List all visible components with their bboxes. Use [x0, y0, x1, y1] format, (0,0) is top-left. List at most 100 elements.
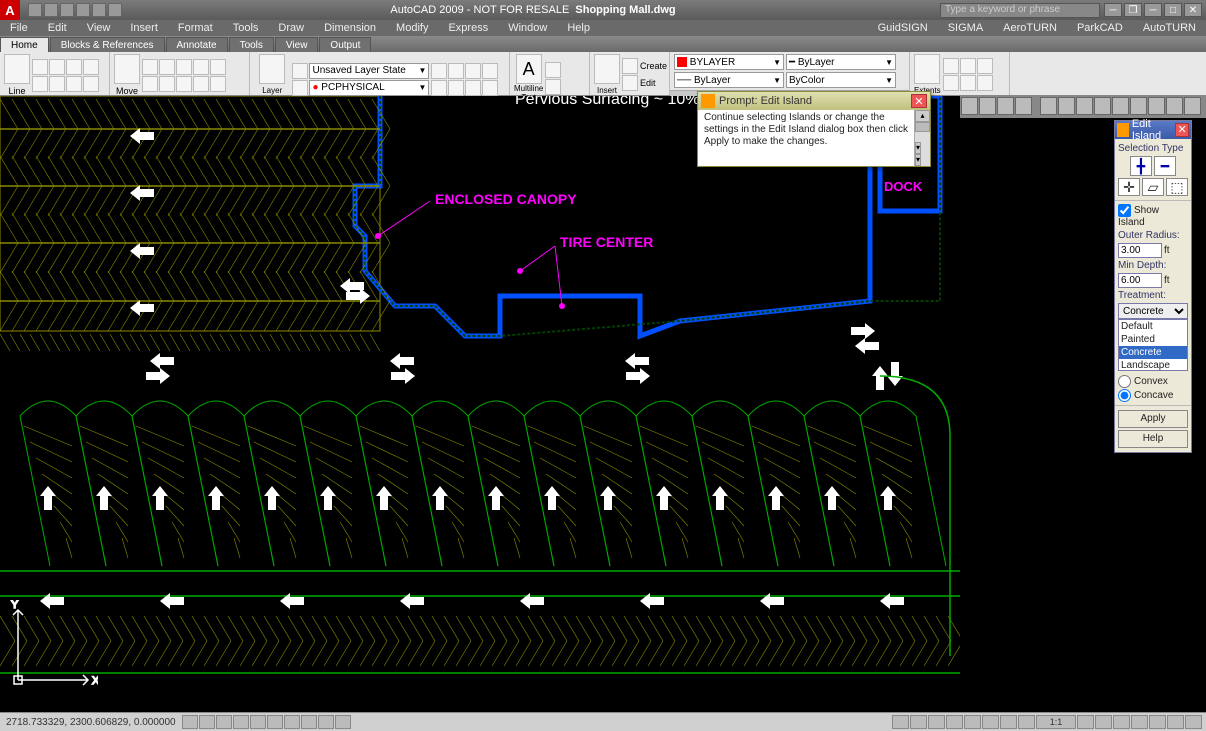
prompt-close-button[interactable]: ✕ [911, 94, 927, 108]
dyn-toggle[interactable] [301, 715, 317, 729]
layout-button[interactable] [910, 715, 927, 729]
draw-tool-7[interactable] [66, 76, 82, 92]
insert-block-button[interactable] [594, 54, 620, 84]
help-search-input[interactable]: Type a keyword or phrase [940, 3, 1100, 18]
menu-autoturn[interactable]: AutoTURN [1133, 22, 1206, 34]
qat-new-icon[interactable] [28, 3, 42, 17]
modify-tool-6[interactable] [142, 76, 158, 92]
prompt-scrollbar[interactable]: ▴ ▾ ▾ [914, 110, 930, 166]
rtool-11[interactable] [1148, 97, 1165, 115]
layer-btn-1[interactable] [292, 63, 308, 79]
anno-vis-button[interactable] [1077, 715, 1094, 729]
draw-tool-5[interactable] [32, 76, 48, 92]
toolbar-lock-button[interactable] [1131, 715, 1148, 729]
modify-tool-9[interactable] [193, 76, 209, 92]
tab-tools[interactable]: Tools [229, 37, 274, 52]
qat-redo-icon[interactable] [92, 3, 106, 17]
osnap-toggle[interactable] [250, 715, 266, 729]
modify-tool-1[interactable] [142, 59, 158, 75]
mtext-button[interactable]: A [516, 54, 542, 84]
util-tool-5[interactable] [960, 75, 976, 91]
qv-layouts-button[interactable] [928, 715, 945, 729]
linetype-combo[interactable]: ── ByLayer▼ [674, 72, 784, 88]
util-tool-3[interactable] [977, 58, 993, 74]
treatment-select[interactable]: Concrete [1118, 303, 1188, 319]
minimize-icon[interactable]: ─ [1104, 3, 1122, 17]
showmotion-button[interactable] [1018, 715, 1035, 729]
modify-tool-3[interactable] [176, 59, 192, 75]
menu-help[interactable]: Help [557, 22, 600, 34]
anno-tool-2[interactable] [545, 79, 561, 95]
rtool-3[interactable] [997, 97, 1014, 115]
steering-button[interactable] [1000, 715, 1017, 729]
menu-window[interactable]: Window [498, 22, 557, 34]
layer-tool-4[interactable] [482, 63, 498, 79]
rtool-12[interactable] [1166, 97, 1183, 115]
anno-auto-button[interactable] [1095, 715, 1112, 729]
selection-mode-2[interactable]: ▱ [1142, 178, 1164, 196]
ws-switch-button[interactable] [1113, 715, 1130, 729]
menu-modify[interactable]: Modify [386, 22, 438, 34]
treatment-option-landscape[interactable]: Landscape [1119, 359, 1187, 371]
block-create-button[interactable] [622, 58, 638, 74]
zoom-button[interactable] [982, 715, 999, 729]
ortho-toggle[interactable] [216, 715, 232, 729]
modify-tool-10[interactable] [210, 76, 226, 92]
treatment-option-default[interactable]: Default [1119, 320, 1187, 333]
outer-radius-input[interactable] [1118, 243, 1162, 258]
layer-tool-2[interactable] [448, 63, 464, 79]
util-tool-1[interactable] [943, 58, 959, 74]
tab-home[interactable]: Home [0, 37, 49, 52]
menu-sigma[interactable]: SIGMA [938, 22, 993, 34]
drawing-canvas[interactable]: Pervious Surfacing ~ 10% ENCLOSED CANOPY… [0, 96, 960, 712]
scroll-up-icon[interactable]: ▴ [915, 110, 930, 122]
treatment-option-concrete[interactable]: Concrete [1119, 346, 1187, 359]
hardware-accel-button[interactable] [1149, 715, 1166, 729]
island-close-button[interactable]: ✕ [1175, 123, 1189, 137]
restore-icon[interactable]: ❐ [1124, 3, 1142, 17]
menu-format[interactable]: Format [168, 22, 223, 34]
move-tool[interactable] [114, 54, 140, 84]
color-combo[interactable]: BYLAYER▼ [674, 54, 784, 70]
concave-radio[interactable]: Concave [1118, 389, 1188, 402]
menu-draw[interactable]: Draw [268, 22, 314, 34]
lwt-toggle[interactable] [318, 715, 334, 729]
otrack-toggle[interactable] [267, 715, 283, 729]
tab-view[interactable]: View [275, 37, 319, 52]
scroll-down-icon[interactable]: ▾ [915, 142, 921, 154]
close-button[interactable]: ✕ [1184, 3, 1202, 17]
pan-button[interactable] [964, 715, 981, 729]
layer-tool-7[interactable] [465, 80, 481, 96]
convex-radio[interactable]: Convex [1118, 375, 1188, 388]
draw-tool-3[interactable] [66, 59, 82, 75]
qat-open-icon[interactable] [44, 3, 58, 17]
rtool-13[interactable] [1184, 97, 1201, 115]
line-tool[interactable] [4, 54, 30, 84]
qat-plot-icon[interactable] [108, 3, 122, 17]
layer-tool-8[interactable] [482, 80, 498, 96]
selection-mode-1[interactable]: ✛ [1118, 178, 1140, 196]
modify-tool-8[interactable] [176, 76, 192, 92]
menu-guidsign[interactable]: GuidSIGN [868, 22, 938, 34]
tab-annotate[interactable]: Annotate [166, 37, 228, 52]
grid-toggle[interactable] [199, 715, 215, 729]
util-tool-4[interactable] [943, 75, 959, 91]
menu-view[interactable]: View [77, 22, 121, 34]
draw-tool-1[interactable] [32, 59, 48, 75]
rtool-9[interactable] [1112, 97, 1129, 115]
anno-tool-1[interactable] [545, 62, 561, 78]
treatment-option-painted[interactable]: Painted [1119, 333, 1187, 346]
tab-blocks[interactable]: Blocks & References [50, 37, 165, 52]
rtool-2[interactable] [979, 97, 996, 115]
layer-properties-button[interactable] [259, 54, 285, 84]
util-tool-6[interactable] [977, 75, 993, 91]
layer-tool-6[interactable] [448, 80, 464, 96]
rtool-4[interactable] [1015, 97, 1032, 115]
qat-save-icon[interactable] [60, 3, 74, 17]
modify-tool-5[interactable] [210, 59, 226, 75]
show-island-checkbox[interactable]: Show Island [1118, 204, 1188, 228]
modify-tool-2[interactable] [159, 59, 175, 75]
selection-add-button[interactable]: ╋ [1130, 156, 1152, 176]
scroll-thumb[interactable] [915, 122, 930, 132]
layer-state-combo[interactable]: Unsaved Layer State▼ [309, 63, 429, 79]
